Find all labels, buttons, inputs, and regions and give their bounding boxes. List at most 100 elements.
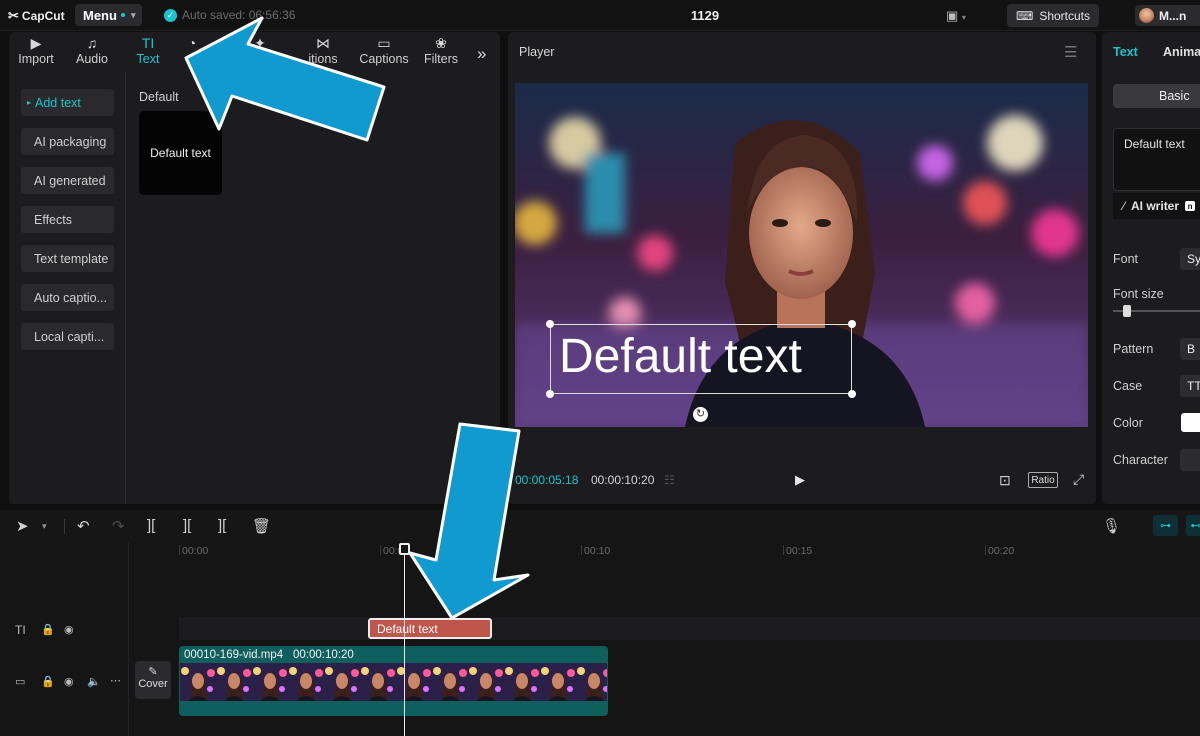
tab-import[interactable]: ▶ Import (13, 34, 59, 70)
play-button[interactable]: ▶ (795, 472, 805, 488)
lock-icon[interactable]: 🔒 (41, 623, 55, 636)
nav-label: Local capti... (34, 329, 105, 344)
caret-right-icon: ▸ (27, 98, 32, 107)
inspector-tab-text[interactable]: Text (1113, 45, 1138, 59)
shortcuts-button[interactable]: ⌨ Shortcuts (1007, 4, 1099, 27)
case-label: Case (1113, 379, 1143, 393)
more-icon[interactable]: ⋯ (110, 674, 121, 687)
tab-label: S (187, 52, 197, 66)
filters-icon: ❀ (435, 35, 447, 51)
more-tabs-icon[interactable]: » (477, 44, 486, 64)
ruler-tick (380, 545, 381, 555)
split-right-icon[interactable]: ][ (218, 517, 226, 534)
rotate-icon[interactable]: ↻ (693, 407, 708, 422)
font-select[interactable]: Sy (1180, 248, 1200, 270)
slider-handle[interactable] (1123, 305, 1131, 317)
character-label: Character (1113, 453, 1168, 467)
ruler-tick (985, 545, 986, 555)
user-name: M...n (1159, 8, 1187, 23)
ruler-tick (783, 545, 784, 555)
undo-icon[interactable]: ↶ (77, 517, 90, 535)
tab-audio[interactable]: ♫ Audio (71, 34, 113, 70)
microphone-icon[interactable]: 🎙 (1102, 517, 1121, 535)
inspector-tab-animation[interactable]: Anima (1163, 45, 1200, 59)
ruler-label: 00:00 (182, 545, 209, 557)
basic-tab[interactable]: Basic (1113, 84, 1200, 108)
tab-label: Text (136, 52, 160, 66)
magic-wand-icon: ⁄ (1123, 199, 1126, 213)
time-ruler[interactable] (129, 542, 1200, 562)
track-headers (0, 542, 129, 736)
nav-label: Text template (34, 251, 109, 266)
transitions-icon: ⋈ (316, 35, 330, 51)
video-preview[interactable]: Default text ↻ (515, 83, 1088, 427)
layout-icon[interactable]: ▣ ▾ (946, 8, 966, 24)
edit-icon: ✎ (148, 666, 158, 678)
default-text-preset[interactable]: Default text (139, 111, 222, 195)
split-icon[interactable]: ][ (147, 517, 155, 534)
grid-icon[interactable]: ☷ (664, 473, 675, 487)
font-label: Font (1113, 252, 1139, 266)
tab-filters[interactable]: ❀ Filters (423, 34, 459, 70)
delete-icon[interactable]: 🗑 (252, 517, 271, 535)
playhead-handle[interactable] (399, 543, 410, 555)
cover-button[interactable]: ✎ Cover (135, 661, 171, 699)
clip-filename: 00010-169-vid.mp4 (184, 649, 284, 661)
nav-ai-generated[interactable]: AI generated (21, 167, 114, 194)
text-clip[interactable]: Default text (368, 618, 492, 639)
snap-icon[interactable]: ⊷ (1186, 515, 1200, 536)
nav-effects[interactable]: Effects (21, 206, 114, 233)
split-left-icon[interactable]: ][ (183, 517, 191, 534)
tab-stickers[interactable]: ◔ S (177, 34, 207, 70)
select-cursor-icon[interactable]: ➤ (16, 517, 29, 535)
hamburger-menu-icon[interactable]: ☰ (1064, 43, 1077, 61)
resize-handle[interactable] (848, 390, 856, 398)
ai-writer-button[interactable]: ⁄ AI writer n (1113, 193, 1200, 219)
nav-auto-captions[interactable]: Auto captio... (21, 284, 114, 311)
bold-toggle[interactable]: B (1180, 338, 1200, 360)
ai-writer-label: AI writer (1131, 199, 1180, 213)
overlay-text[interactable]: Default text (559, 329, 802, 384)
resize-handle[interactable] (546, 320, 554, 328)
eye-icon[interactable]: ◉ (64, 675, 74, 688)
volume-icon[interactable]: 🔈 (87, 675, 101, 688)
playhead[interactable] (404, 548, 405, 736)
case-toggle[interactable]: TT (1180, 375, 1200, 397)
link-icon[interactable]: ⊶ (1153, 515, 1178, 536)
resize-handle[interactable] (848, 320, 856, 328)
ruler-label: 00:20 (988, 545, 1015, 557)
text-track-icon: TI (15, 623, 26, 637)
user-account-button[interactable]: M...n (1135, 5, 1200, 26)
fullscreen-icon[interactable]: ⤢ (1073, 471, 1084, 488)
ratio-button[interactable]: Ratio (1028, 472, 1058, 488)
video-track-icon: ▭ (15, 676, 26, 688)
font-size-label: Font size (1113, 287, 1164, 301)
eye-icon[interactable]: ◉ (64, 623, 74, 636)
avatar (1139, 8, 1154, 23)
tab-text[interactable]: TI Text (133, 34, 163, 70)
stickers-icon: ◔ (187, 35, 197, 51)
nav-local-captions[interactable]: Local capti... (21, 323, 114, 350)
fit-screen-icon[interactable]: ⊡ (999, 472, 1011, 489)
character-spacing-input[interactable] (1180, 449, 1200, 471)
redo-icon[interactable]: ↷ (112, 517, 125, 535)
nav-text-template[interactable]: Text template (21, 245, 114, 272)
chevron-down-icon[interactable]: ▾ (42, 521, 47, 532)
tab-effects[interactable]: ✦ (245, 34, 275, 70)
tab-label: Filters (423, 52, 459, 66)
nav-ai-packaging[interactable]: AI packaging (21, 128, 114, 155)
lock-icon[interactable]: 🔒 (41, 675, 55, 688)
tab-transitions[interactable]: ⋈ itions (293, 34, 353, 70)
keyboard-icon: ⌨ (1016, 8, 1034, 23)
color-swatch[interactable] (1181, 413, 1200, 432)
preset-label: Default text (150, 146, 211, 160)
ruler-label: 00:10 (584, 545, 611, 557)
ruler-tick (581, 545, 582, 555)
text-content-input[interactable]: Default text (1113, 128, 1200, 191)
tab-captions[interactable]: ▭ Captions (358, 34, 410, 70)
ruler-label: 00:15 (786, 545, 813, 557)
nav-add-text[interactable]: ▸ Add text (21, 89, 114, 116)
resize-handle[interactable] (546, 390, 554, 398)
nav-label: Auto captio... (34, 290, 107, 305)
tab-label: Import (18, 52, 54, 66)
